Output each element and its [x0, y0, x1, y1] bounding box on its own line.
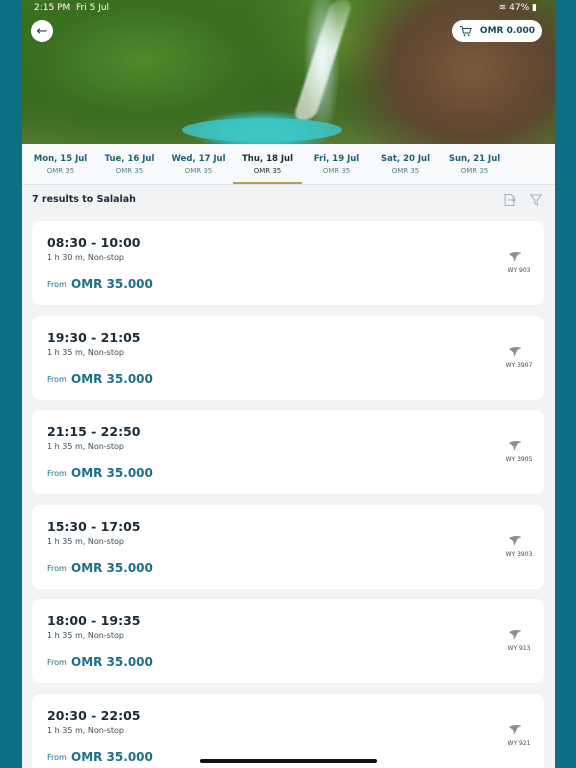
arrow-left-icon: ← — [36, 23, 48, 39]
flight-times: 18:00 - 19:35 — [47, 613, 141, 628]
date-tab-sun-21-jul[interactable]: Sun, 21 Jul OMR 35 — [440, 144, 509, 184]
date-tab-price: OMR 35 — [460, 167, 489, 175]
price-from-label: From — [47, 375, 67, 384]
status-bar-right: ≋ 47% ▮ — [499, 3, 537, 13]
flight-card[interactable]: 20:30 - 22:05 1 h 35 m, Non-stop From OM… — [32, 694, 544, 768]
date-tab-price: OMR 35 — [184, 167, 213, 175]
flight-card[interactable]: 15:30 - 17:05 1 h 35 m, Non-stop From OM… — [32, 505, 544, 589]
oman-air-logo-icon — [509, 347, 521, 357]
flight-duration: 1 h 35 m, Non-stop — [47, 631, 124, 640]
flight-price: OMR 35.000 — [71, 561, 153, 575]
flight-card[interactable]: 08:30 - 10:00 1 h 30 m, Non-stop From OM… — [32, 221, 544, 305]
flight-duration: 1 h 35 m, Non-stop — [47, 348, 124, 357]
flight-price: OMR 35.000 — [71, 277, 153, 291]
date-tab-thu-18-jul[interactable]: Thu, 18 Jul OMR 35 — [233, 144, 302, 184]
flight-price: OMR 35.000 — [71, 750, 153, 764]
flight-price: OMR 35.000 — [71, 372, 153, 386]
flight-times: 21:15 - 22:50 — [47, 424, 141, 439]
flight-duration: 1 h 35 m, Non-stop — [47, 537, 124, 546]
oman-air-logo-icon — [509, 536, 521, 546]
battery-icon: ▮ — [532, 3, 537, 13]
flight-price: OMR 35.000 — [71, 655, 153, 669]
waterfall-graphic — [292, 0, 354, 120]
date-tab-sat-20-jul[interactable]: Sat, 20 Jul OMR 35 — [371, 144, 440, 184]
flight-number: WY 903 — [507, 267, 531, 274]
oman-air-logo-icon — [509, 252, 521, 262]
date-tab-price: OMR 35 — [253, 167, 282, 175]
date-selector: Mon, 15 Jul OMR 35 Tue, 16 Jul OMR 35 We… — [22, 144, 555, 185]
flight-times: 15:30 - 17:05 — [47, 519, 141, 534]
price-from-label: From — [47, 753, 67, 762]
status-time: 2:15 PM — [34, 3, 71, 13]
flight-number: WY 913 — [507, 645, 531, 652]
flight-times: 19:30 - 21:05 — [47, 330, 141, 345]
date-tab-price: OMR 35 — [115, 167, 144, 175]
back-button[interactable]: ← — [31, 20, 53, 42]
lagoon-graphic — [182, 118, 342, 142]
date-tab-label: Wed, 17 Jul — [171, 154, 226, 164]
date-tab-tue-16-jul[interactable]: Tue, 16 Jul OMR 35 — [95, 144, 164, 184]
home-indicator[interactable] — [200, 759, 377, 763]
price-from-label: From — [47, 469, 67, 478]
date-tab-price: OMR 35 — [391, 167, 420, 175]
cart-total: OMR 0.000 — [479, 26, 536, 36]
flight-card[interactable]: 21:15 - 22:50 1 h 35 m, Non-stop From OM… — [32, 410, 544, 494]
date-tab-label: Fri, 19 Jul — [313, 154, 360, 164]
date-tab-label: Mon, 15 Jul — [33, 154, 88, 164]
flight-card[interactable]: 19:30 - 21:05 1 h 35 m, Non-stop From OM… — [32, 316, 544, 400]
date-tab-label: Sat, 20 Jul — [380, 154, 431, 164]
price-from-label: From — [47, 658, 67, 667]
date-tab-label: Tue, 16 Jul — [104, 154, 155, 164]
flight-number: WY 921 — [507, 740, 531, 747]
status-date: Fri 5 Jul — [76, 3, 110, 13]
wifi-icon: ≋ — [498, 3, 507, 13]
filter-icon[interactable] — [529, 193, 543, 207]
flight-duration: 1 h 30 m, Non-stop — [47, 253, 124, 262]
price-from-label: From — [47, 280, 67, 289]
flight-times: 20:30 - 22:05 — [47, 708, 141, 723]
sort-icon[interactable] — [503, 193, 517, 207]
flight-card[interactable]: 18:00 - 19:35 1 h 35 m, Non-stop From OM… — [32, 599, 544, 683]
flight-price: OMR 35.000 — [71, 466, 153, 480]
oman-air-logo-icon — [509, 725, 521, 735]
flight-number: WY 3907 — [505, 362, 533, 369]
date-tab-price: OMR 35 — [322, 167, 351, 175]
oman-air-logo-icon — [509, 441, 521, 451]
flight-number: WY 3903 — [505, 551, 533, 558]
flight-duration: 1 h 35 m, Non-stop — [47, 442, 124, 451]
price-from-label: From — [47, 564, 67, 573]
date-tab-label: Thu, 18 Jul — [241, 154, 293, 164]
status-bar-time: 2:15 PM Fri 5 Jul — [34, 3, 109, 13]
results-count: 7 results to Salalah — [32, 194, 136, 205]
flight-times: 08:30 - 10:00 — [47, 235, 141, 250]
date-tab-price: OMR 35 — [46, 167, 75, 175]
oman-air-logo-icon — [509, 630, 521, 640]
cart-icon — [459, 26, 472, 37]
date-tab-label: Sun, 21 Jul — [448, 154, 501, 164]
cart-button[interactable]: OMR 0.000 — [452, 20, 542, 42]
flight-results-sheet: 2:15 PM Fri 5 Jul ≋ 47% ▮ ← OMR 0.000 Mo… — [22, 0, 555, 768]
flight-number: WY 3905 — [505, 456, 533, 463]
date-tab-fri-19-jul[interactable]: Fri, 19 Jul OMR 35 — [302, 144, 371, 184]
date-tab-wed-17-jul[interactable]: Wed, 17 Jul OMR 35 — [164, 144, 233, 184]
flight-duration: 1 h 35 m, Non-stop — [47, 726, 124, 735]
date-tab-mon-15-jul[interactable]: Mon, 15 Jul OMR 35 — [26, 144, 95, 184]
battery-level: 47% — [509, 3, 530, 13]
